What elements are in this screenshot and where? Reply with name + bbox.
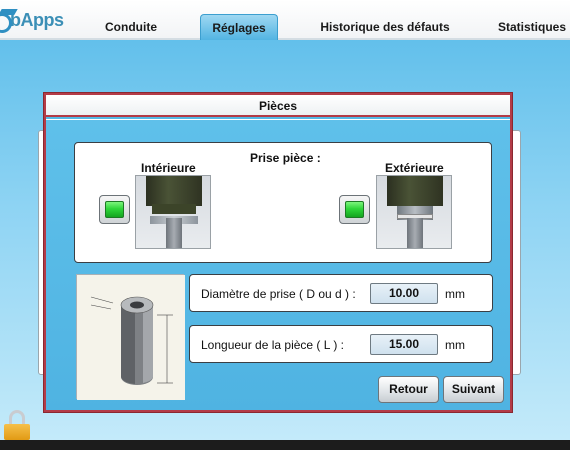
diametre-input[interactable]: 10.00 <box>370 283 438 304</box>
top-navigation-bar: bApps Conduite Réglages Historique des d… <box>0 0 570 40</box>
lock-icon[interactable] <box>4 410 30 440</box>
tab-historique-des-defauts[interactable]: Historique des défauts <box>312 14 458 40</box>
prise-piece-panel: Prise pièce : Intérieure Extérieure <box>74 142 492 263</box>
app-logo: bApps <box>0 9 64 33</box>
longueur-label: Longueur de la pièce ( L ) : <box>201 338 344 352</box>
dialog-title: Pièces <box>46 95 510 117</box>
logo-icon <box>0 9 18 33</box>
dialog-body: Prise pièce : Intérieure Extérieure Diam… <box>46 119 510 410</box>
interieure-toggle-button[interactable] <box>99 195 130 224</box>
tab-statistiques[interactable]: Statistiques <box>490 14 570 40</box>
pieces-dialog: Pièces Prise pièce : Intérieure Extérieu… <box>44 93 512 412</box>
retour-button[interactable]: Retour <box>378 376 439 403</box>
bottom-strip <box>0 440 570 450</box>
diametre-row: Diamètre de prise ( D ou d ) : 10.00 mm <box>189 274 493 312</box>
diametre-label: Diamètre de prise ( D ou d ) : <box>201 287 356 301</box>
suivant-button[interactable]: Suivant <box>443 376 504 403</box>
cylinder-diagram-icon <box>77 275 185 400</box>
prise-piece-title: Prise pièce : <box>250 151 321 165</box>
longueur-unit: mm <box>445 338 465 352</box>
led-indicator-icon <box>105 201 124 218</box>
exterieure-label: Extérieure <box>385 161 444 175</box>
interieure-label: Intérieure <box>141 161 196 175</box>
longueur-row: Longueur de la pièce ( L ) : 15.00 mm <box>189 325 493 363</box>
led-indicator-icon <box>345 201 364 218</box>
tab-conduite[interactable]: Conduite <box>96 14 166 40</box>
piece-drawing <box>76 274 185 400</box>
logo-text: bApps <box>10 9 64 30</box>
diametre-unit: mm <box>445 287 465 301</box>
interieure-chuck-image <box>135 175 211 249</box>
tab-reglages[interactable]: Réglages <box>200 14 278 40</box>
exterieure-chuck-image <box>376 175 452 249</box>
longueur-input[interactable]: 15.00 <box>370 334 438 355</box>
exterieure-toggle-button[interactable] <box>339 195 370 224</box>
